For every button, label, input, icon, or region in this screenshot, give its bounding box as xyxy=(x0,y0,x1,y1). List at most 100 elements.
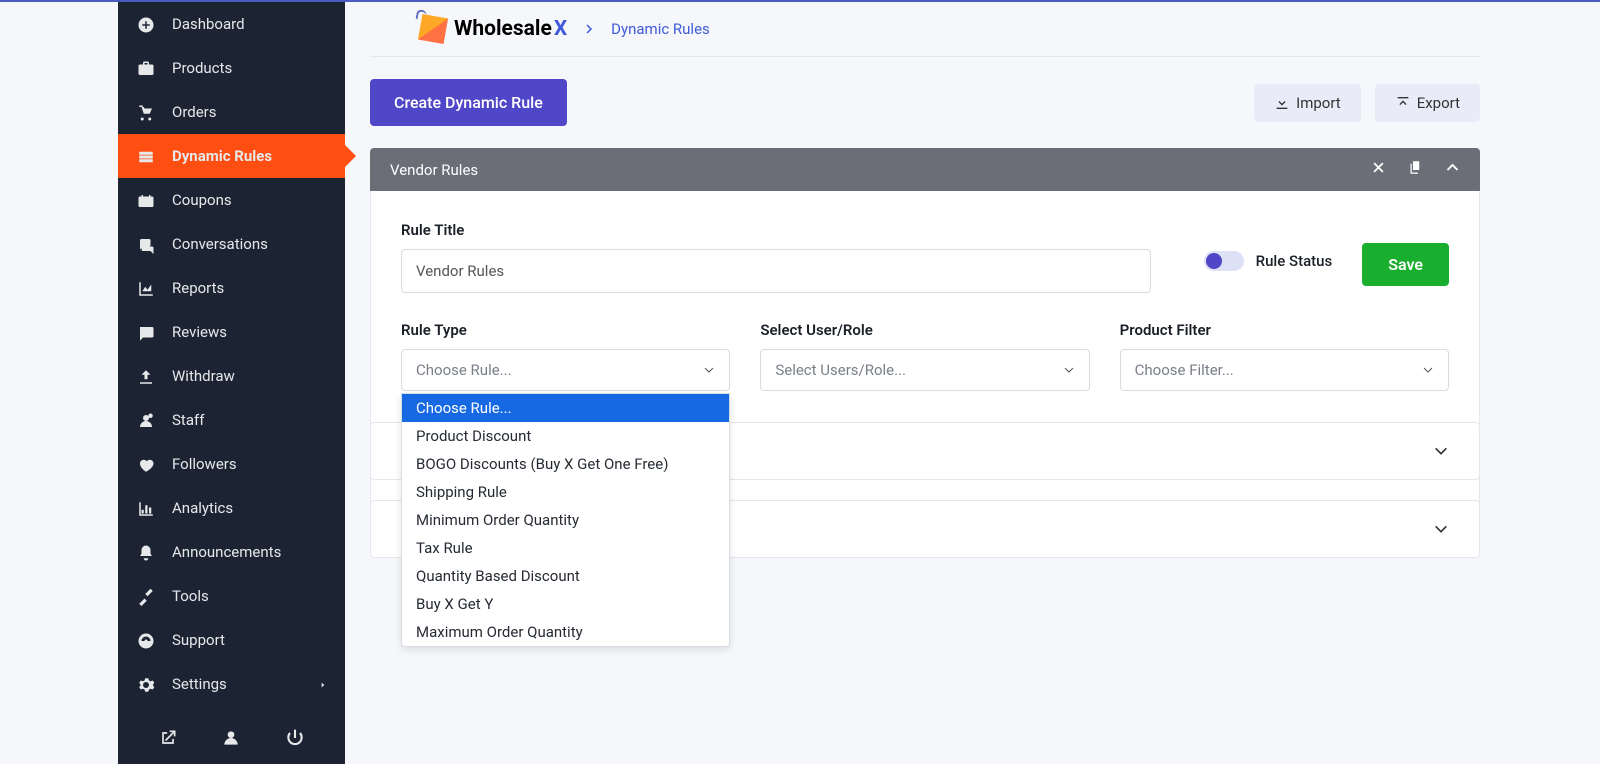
actions-row: Create Dynamic Rule Import Export xyxy=(370,57,1600,148)
user-icon[interactable] xyxy=(221,728,241,752)
sidebar-item-orders[interactable]: Orders xyxy=(118,90,345,134)
dropdown-item[interactable]: Minimum Order Quantity xyxy=(402,506,729,534)
external-link-icon[interactable] xyxy=(158,728,178,752)
user-role-label: Select User/Role xyxy=(760,321,1089,339)
products-icon xyxy=(136,58,156,78)
sidebar-item-coupons[interactable]: Coupons xyxy=(118,178,345,222)
dashboard-icon xyxy=(136,14,156,34)
panel-title: Vendor Rules xyxy=(390,161,478,179)
support-icon xyxy=(136,630,156,650)
sidebar-item-tools[interactable]: Tools xyxy=(118,574,345,618)
sidebar-item-label: Orders xyxy=(172,103,327,121)
sidebar-item-label: Products xyxy=(172,59,327,77)
dropdown-item[interactable]: Shipping Rule xyxy=(402,478,729,506)
power-icon[interactable] xyxy=(285,728,305,752)
product-filter-select[interactable]: Choose Filter... xyxy=(1120,349,1449,391)
chevron-up-icon[interactable] xyxy=(1445,160,1460,179)
sidebar-bottom-icons xyxy=(118,716,345,764)
chevron-down-icon xyxy=(703,364,715,376)
tools-icon xyxy=(136,586,156,606)
chevron-right-icon xyxy=(583,20,595,39)
sidebar-item-label: Settings xyxy=(172,675,313,693)
analytics-icon xyxy=(136,498,156,518)
sidebar-item-announcements[interactable]: Announcements xyxy=(118,530,345,574)
panel-header: Vendor Rules xyxy=(370,148,1480,191)
chevron-down-icon xyxy=(1063,364,1075,376)
dropdown-item[interactable]: Choose Rule... xyxy=(402,394,729,422)
export-icon xyxy=(1395,95,1411,111)
sidebar-item-support[interactable]: Support xyxy=(118,618,345,662)
logo-text-x: X xyxy=(554,17,567,41)
sidebar-item-label: Coupons xyxy=(172,191,327,209)
dropdown-item[interactable]: Maximum Order Quantity xyxy=(402,618,729,646)
create-dynamic-rule-button[interactable]: Create Dynamic Rule xyxy=(370,79,567,126)
import-label: Import xyxy=(1296,94,1341,112)
chevron-down-icon xyxy=(1422,364,1434,376)
copy-icon[interactable] xyxy=(1408,160,1423,179)
rule-status-toggle[interactable] xyxy=(1204,251,1244,271)
user-role-placeholder: Select Users/Role... xyxy=(775,361,906,379)
announcements-icon xyxy=(136,542,156,562)
dropdown-item[interactable]: Tax Rule xyxy=(402,534,729,562)
sidebar-item-withdraw[interactable]: Withdraw xyxy=(118,354,345,398)
orders-icon xyxy=(136,102,156,122)
sidebar-item-label: Dashboard xyxy=(172,15,327,33)
sidebar-item-label: Reports xyxy=(172,279,327,297)
sidebar-item-label: Dynamic Rules xyxy=(172,147,327,165)
staff-icon xyxy=(136,410,156,430)
sidebar-item-settings[interactable]: Settings xyxy=(118,662,345,706)
chevron-down-icon xyxy=(1433,521,1449,537)
dropdown-item[interactable]: Product Discount xyxy=(402,422,729,450)
dropdown-item[interactable]: Quantity Based Discount xyxy=(402,562,729,590)
logo[interactable]: WholesaleX xyxy=(420,16,567,42)
user-role-select[interactable]: Select Users/Role... xyxy=(760,349,1089,391)
coupons-icon xyxy=(136,190,156,210)
sidebar: Dashboard Products Orders Dynamic Rules … xyxy=(118,2,345,764)
sidebar-item-label: Analytics xyxy=(172,499,327,517)
rule-status-label: Rule Status xyxy=(1256,252,1333,270)
dropdown-item[interactable]: Buy X Get Y xyxy=(402,590,729,618)
sidebar-item-label: Followers xyxy=(172,455,327,473)
reports-icon xyxy=(136,278,156,298)
sidebar-item-reports[interactable]: Reports xyxy=(118,266,345,310)
logo-text-main: Wholesale xyxy=(454,17,552,41)
sidebar-item-analytics[interactable]: Analytics xyxy=(118,486,345,530)
rule-title-label: Rule Title xyxy=(401,221,1174,239)
breadcrumb: WholesaleX Dynamic Rules xyxy=(370,2,1480,57)
export-label: Export xyxy=(1417,94,1460,112)
sidebar-item-conversations[interactable]: Conversations xyxy=(118,222,345,266)
sidebar-item-products[interactable]: Products xyxy=(118,46,345,90)
product-filter-label: Product Filter xyxy=(1120,321,1449,339)
settings-icon xyxy=(136,674,156,694)
sidebar-item-staff[interactable]: Staff xyxy=(118,398,345,442)
rule-title-input[interactable] xyxy=(401,249,1151,293)
sidebar-item-label: Announcements xyxy=(172,543,327,561)
sidebar-item-label: Conversations xyxy=(172,235,327,253)
conversations-icon xyxy=(136,234,156,254)
withdraw-icon xyxy=(136,366,156,386)
product-filter-placeholder: Choose Filter... xyxy=(1135,361,1234,379)
sidebar-item-dashboard[interactable]: Dashboard xyxy=(118,2,345,46)
sidebar-item-reviews[interactable]: Reviews xyxy=(118,310,345,354)
export-button[interactable]: Export xyxy=(1375,84,1480,122)
followers-icon xyxy=(136,454,156,474)
sidebar-item-label: Withdraw xyxy=(172,367,327,385)
close-icon[interactable] xyxy=(1371,160,1386,179)
import-button[interactable]: Import xyxy=(1254,84,1361,122)
breadcrumb-current[interactable]: Dynamic Rules xyxy=(611,20,710,38)
dropdown-item[interactable]: BOGO Discounts (Buy X Get One Free) xyxy=(402,450,729,478)
sidebar-item-label: Support xyxy=(172,631,327,649)
main-content: WholesaleX Dynamic Rules Create Dynamic … xyxy=(345,2,1600,764)
save-button[interactable]: Save xyxy=(1362,243,1449,286)
dynamic-rules-icon xyxy=(136,146,156,166)
rule-type-placeholder: Choose Rule... xyxy=(416,361,512,379)
sidebar-item-followers[interactable]: Followers xyxy=(118,442,345,486)
sidebar-item-label: Reviews xyxy=(172,323,327,341)
chevron-down-icon xyxy=(1433,443,1449,459)
sidebar-item-label: Tools xyxy=(172,587,327,605)
rule-type-select[interactable]: Choose Rule... xyxy=(401,349,730,391)
logo-icon xyxy=(418,14,448,44)
sidebar-item-label: Staff xyxy=(172,411,327,429)
rule-type-label: Rule Type xyxy=(401,321,730,339)
sidebar-item-dynamic-rules[interactable]: Dynamic Rules xyxy=(118,134,345,178)
